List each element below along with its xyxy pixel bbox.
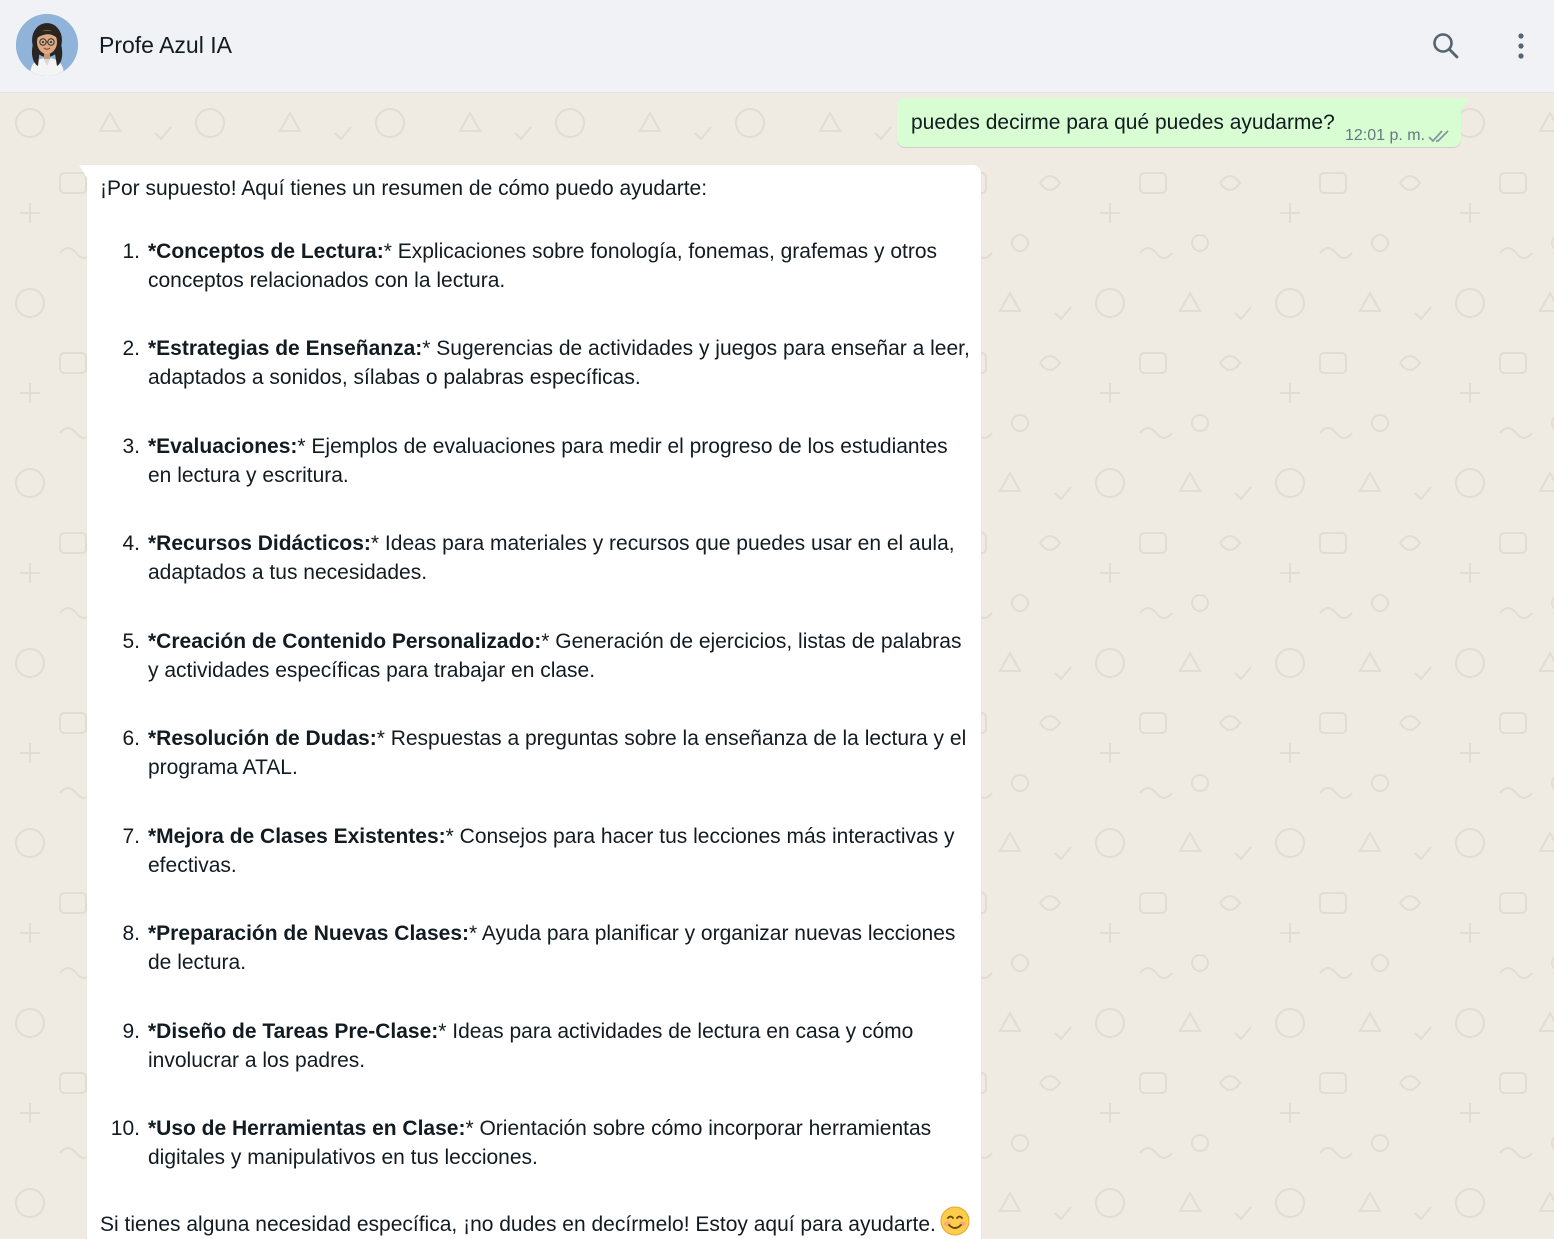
search-icon [1433, 33, 1459, 59]
chat-header: Profe Azul IA [0, 0, 1554, 93]
list-number: 1. [122, 240, 140, 263]
item-title: *Recursos Didácticos: [148, 532, 371, 555]
message-text: puedes decirme para qué puedes ayudarme? [911, 111, 1335, 134]
menu-button[interactable] [1499, 24, 1543, 68]
list-number: 2. [122, 337, 140, 360]
list-item-text: *Recursos Didácticos:* Ideas para materi… [148, 530, 970, 587]
list-item-text: *Mejora de Clases Existentes:* Consejos … [148, 823, 970, 880]
message-time: 12:01 p. m. [1345, 127, 1426, 144]
item-title: *Resolución de Dudas: [148, 727, 377, 750]
double-check-icon [1428, 130, 1449, 143]
list-number: 3. [122, 435, 140, 458]
item-title: *Preparación de Nuevas Clases: [148, 922, 469, 945]
list-number: 6. [122, 727, 140, 750]
list-item-text: *Resolución de Dudas:* Respuestas a preg… [148, 725, 970, 782]
list-item-text: *Diseño de Tareas Pre-Clase:* Ideas para… [148, 1018, 970, 1075]
contact-name[interactable]: Profe Azul IA [99, 30, 232, 60]
item-title: *Uso de Herramientas en Clase: [148, 1117, 466, 1140]
chat-area[interactable]: puedes decirme para qué puedes ayudarme?… [0, 93, 1554, 1239]
list-number: 10. [110, 1117, 140, 1140]
item-title: *Creación de Contenido Personalizado: [148, 630, 542, 653]
outro-text: Si tienes alguna necesidad específica, ¡… [100, 1213, 936, 1236]
incoming-message[interactable]: ¡Por supuesto! Aquí tienes un resumen de… [79, 165, 981, 1239]
item-title: *Estrategias de Enseñanza: [148, 337, 423, 360]
smiling-face-emoji [940, 1206, 970, 1236]
search-button[interactable] [1424, 24, 1468, 68]
message-intro: ¡Por supuesto! Aquí tienes un resumen de… [100, 177, 708, 200]
list-item-text: *Evaluaciones:* Ejemplos de evaluaciones… [148, 433, 970, 490]
contact-avatar[interactable] [16, 14, 78, 76]
list-item-text: *Uso de Herramientas en Clase:* Orientac… [148, 1115, 970, 1172]
list-number: 8. [122, 922, 140, 945]
item-title: *Diseño de Tareas Pre-Clase: [148, 1020, 439, 1043]
bubble-tail [79, 165, 87, 178]
list-number: 9. [122, 1020, 140, 1043]
item-title: *Conceptos de Lectura: [148, 240, 384, 263]
list-number: 5. [122, 630, 140, 653]
outgoing-message[interactable]: puedes decirme para qué puedes ayudarme?… [897, 98, 1469, 147]
list-item-text: *Creación de Contenido Personalizado:* G… [148, 628, 970, 685]
list-item-text: *Conceptos de Lectura:* Explicaciones so… [148, 238, 970, 295]
list-number: 4. [122, 532, 140, 555]
list-item-text: *Estrategias de Enseñanza:* Sugerencias … [148, 335, 970, 392]
kebab-menu-icon [1518, 33, 1524, 59]
message-outro: Si tienes alguna necesidad específica, ¡… [100, 1206, 970, 1239]
teacher-avatar-icon [16, 14, 78, 76]
list-number: 7. [122, 825, 140, 848]
bubble-tail [1461, 98, 1469, 111]
item-title: *Evaluaciones: [148, 435, 298, 458]
list-item-text: *Preparación de Nuevas Clases:* Ayuda pa… [148, 920, 970, 977]
item-title: *Mejora de Clases Existentes: [148, 825, 446, 848]
